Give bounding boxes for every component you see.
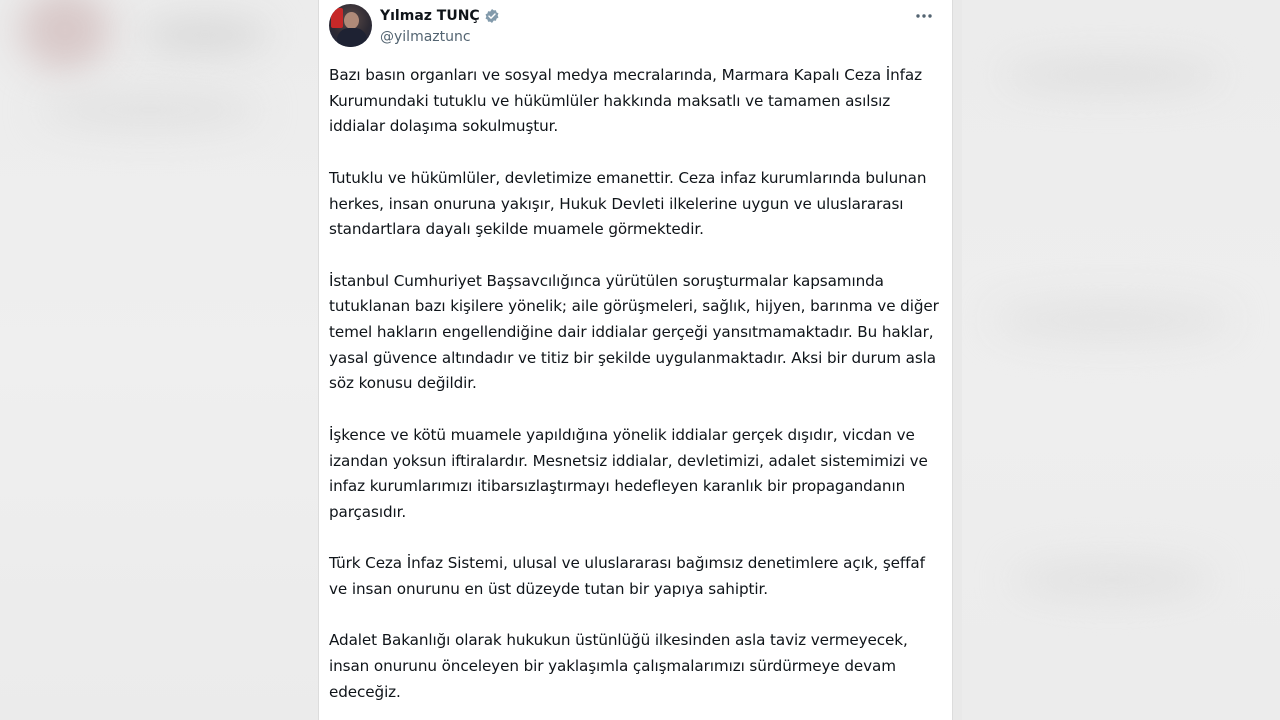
blurred-background-left [0,0,318,720]
blurred-background-right [962,0,1280,720]
blur-shape [40,90,260,130]
flag-shape [331,8,343,28]
blur-shape [140,20,270,50]
author-handle[interactable]: @yilmaztunc [380,29,500,45]
blur-shape [992,300,1232,340]
avatar-body-shape [337,28,367,47]
blur-shape [1002,60,1222,90]
author-block: Yılmaz TUNÇ @yilmaztunc [380,6,500,45]
tweet-paragraph: Türk Ceza İnfaz Sistemi, ulusal ve ulusl… [329,554,925,598]
verified-badge-icon [484,8,500,24]
tweet-paragraph: Bazı basın organları ve sosyal medya mec… [329,66,922,136]
blur-shape [1012,560,1212,600]
avatar[interactable] [329,4,372,47]
avatar-head-shape [344,12,359,29]
more-options-button[interactable] [912,6,936,26]
blur-shape [20,0,110,70]
author-display-name[interactable]: Yılmaz TUNÇ [380,8,480,24]
tweet-paragraph: Adalet Bakanlığı olarak hukukun üstünlüğ… [329,631,908,701]
tweet-card: Yılmaz TUNÇ @yilmaztunc Bazı basın organ… [319,0,952,720]
card-border-right [952,0,953,720]
tweet-paragraph: İşkence ve kötü muamele yapıldığına yöne… [329,425,928,521]
name-row: Yılmaz TUNÇ [380,6,500,26]
more-horizontal-icon [916,14,932,18]
tweet-paragraph: İstanbul Cumhuriyet Başsavcılığınca yürü… [329,271,939,393]
tweet-body: Bazı basın organları ve sosyal medya mec… [329,63,939,720]
tweet-paragraph: Tutuklu ve hükümlüler, devletimize emane… [329,168,927,239]
